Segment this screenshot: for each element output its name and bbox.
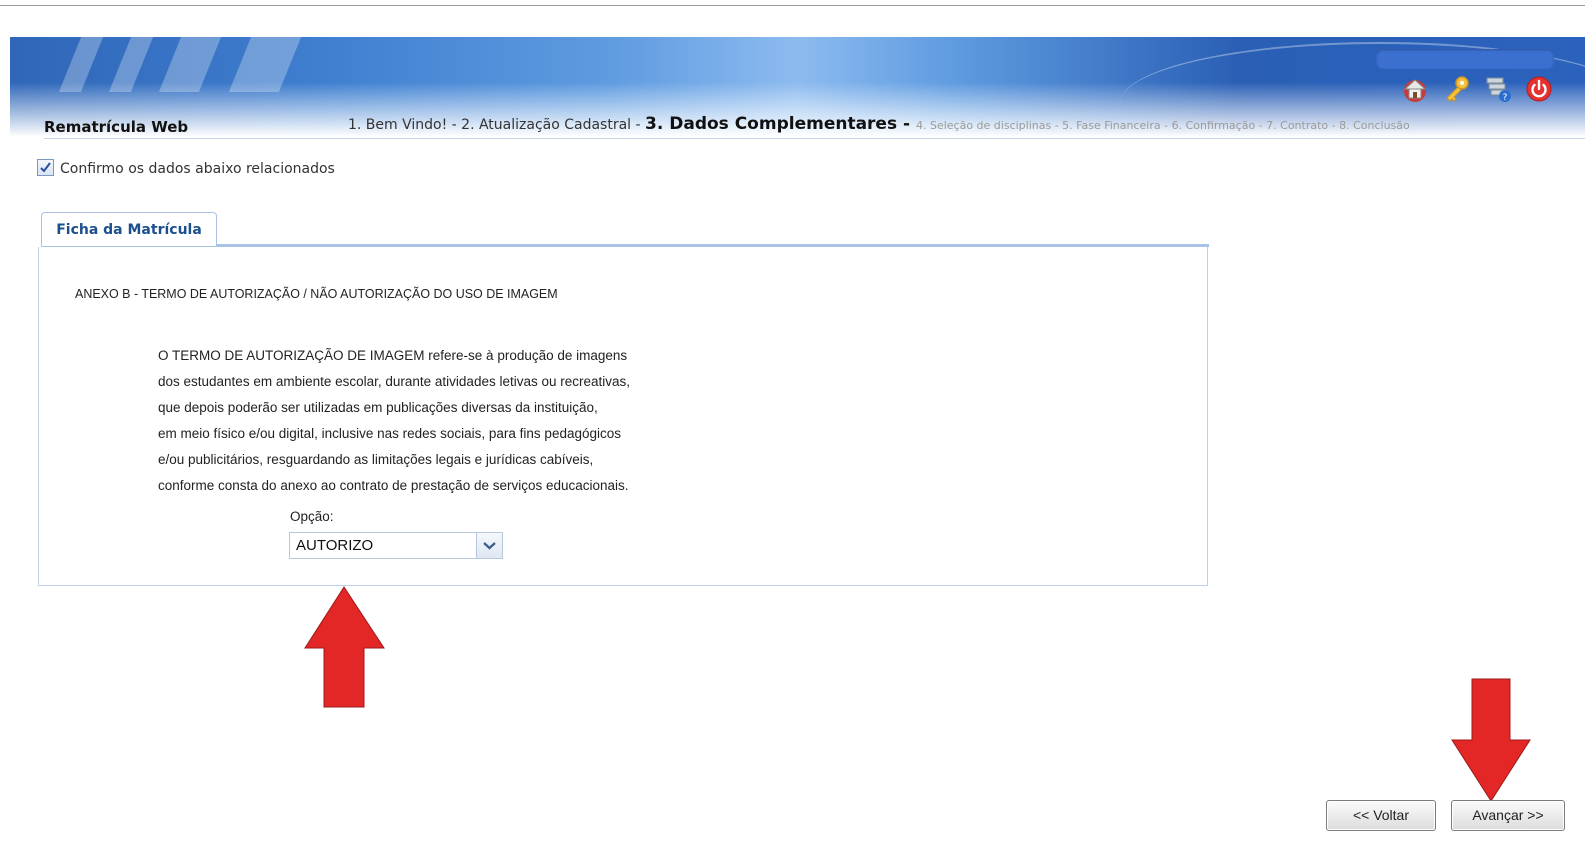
title-divider — [44, 138, 1585, 139]
arrow-down-annotation — [1451, 678, 1531, 802]
chevron-down-icon — [483, 542, 496, 550]
term-line: conforme consta do anexo ao contrato de … — [158, 478, 629, 493]
current-step: 3. Dados Complementares - — [645, 114, 916, 134]
dropdown-button[interactable] — [476, 533, 502, 558]
term-line: que depois poderão ser utilizadas em pub… — [158, 400, 598, 415]
next-button[interactable]: Avançar >> — [1451, 800, 1565, 831]
top-divider — [0, 5, 1585, 6]
banner-stripe — [108, 37, 154, 92]
home-icon[interactable] — [1400, 74, 1430, 104]
wizard-steps: 1. Bem Vindo! - 2. Atualização Cadastral… — [348, 114, 1410, 134]
confirm-label: Confirmo os dados abaixo relacionados — [60, 161, 335, 177]
option-selected-value: AUTORIZO — [296, 537, 374, 554]
option-select[interactable]: AUTORIZO — [289, 532, 503, 559]
checkmark-icon — [40, 162, 51, 173]
confirm-row: Confirmo os dados abaixo relacionados — [37, 159, 335, 177]
banner-stripe — [58, 37, 104, 92]
tab-ficha-da-matricula[interactable]: Ficha da Matrícula — [41, 212, 217, 246]
term-line: e/ou publicitários, resguardando as limi… — [158, 452, 594, 467]
banner-stripe — [228, 37, 302, 92]
help-icon[interactable]: ? — [1484, 74, 1514, 104]
back-button[interactable]: << Voltar — [1326, 800, 1436, 831]
banner-stripe — [158, 37, 222, 92]
confirm-checkbox[interactable] — [37, 159, 54, 176]
completed-steps: 1. Bem Vindo! - 2. Atualização Cadastral… — [348, 117, 646, 133]
upcoming-steps: 4. Seleção de disciplinas - 5. Fase Fina… — [915, 119, 1410, 132]
term-line: dos estudantes em ambiente escolar, dura… — [158, 374, 631, 389]
term-text: O TERMO DE AUTORIZAÇÃO DE IMAGEM refere-… — [158, 343, 718, 499]
svg-text:?: ? — [1503, 93, 1508, 103]
option-label: Opção: — [290, 509, 334, 524]
annex-title: ANEXO B - TERMO DE AUTORIZAÇÃO / NÃO AUT… — [75, 286, 558, 301]
key-icon[interactable] — [1442, 74, 1472, 104]
arrow-up-annotation — [304, 586, 385, 708]
logout-icon[interactable] — [1525, 74, 1555, 104]
term-line: O TERMO DE AUTORIZAÇÃO DE IMAGEM refere-… — [158, 348, 628, 363]
app-title: Rematrícula Web — [44, 118, 189, 136]
user-info-bar — [1376, 49, 1554, 69]
term-line: em meio físico e/ou digital, inclusive n… — [158, 426, 621, 441]
